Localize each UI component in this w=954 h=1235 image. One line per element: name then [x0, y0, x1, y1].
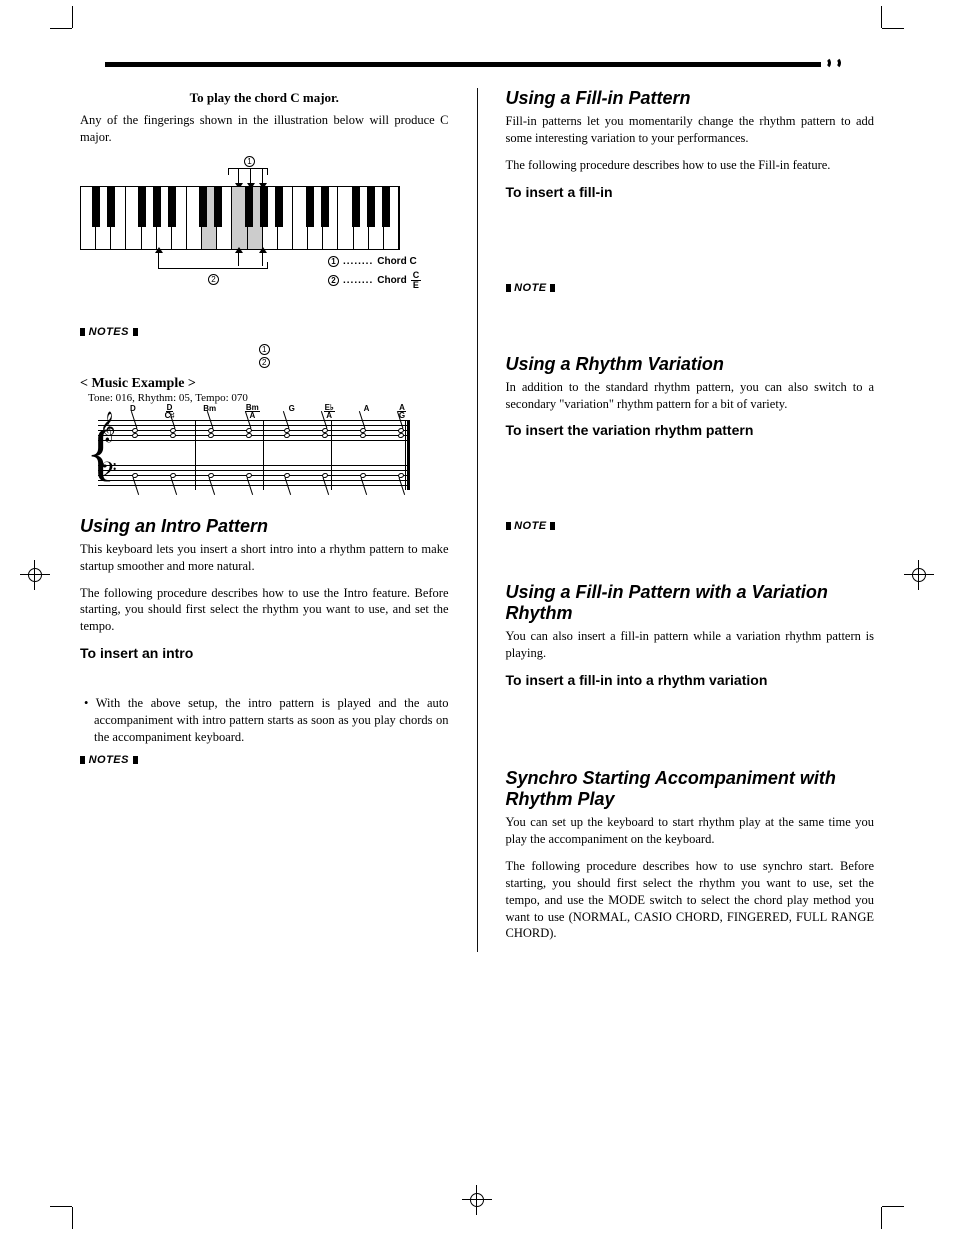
section-heading-intro: Using an Intro Pattern: [80, 516, 449, 537]
subheading-fillin-into-variation: To insert a fill-in into a rhythm variat…: [506, 672, 875, 688]
body-text: Fill-in patterns let you momentarily cha…: [506, 113, 875, 147]
right-column: Using a Fill-in Pattern Fill-in patterns…: [506, 88, 875, 952]
crop-mark: [882, 1206, 904, 1207]
marker-1: 1: [80, 344, 449, 355]
registration-mark-icon: [462, 1185, 492, 1215]
music-example-heading: < Music Example >: [80, 376, 449, 392]
pointer-icon: [262, 252, 263, 266]
chord-label: E♭A: [324, 404, 335, 419]
body-text: The following procedure describes how to…: [80, 585, 449, 636]
subheading-insert-intro: To insert an intro: [80, 645, 449, 661]
header-rule: [105, 62, 849, 72]
subheading-insert-fillin: To insert a fill-in: [506, 184, 875, 200]
subheading-insert-variation: To insert the variation rhythm pattern: [506, 422, 875, 438]
crop-mark: [72, 1207, 73, 1229]
column-divider: [477, 88, 478, 952]
example-body: Any of the fingerings shown in the illus…: [80, 112, 449, 146]
pointer-icon: [238, 252, 239, 266]
registration-mark-icon: [20, 560, 50, 590]
chord-label: A: [364, 404, 370, 419]
content-columns: To play the chord C major. Any of the fi…: [80, 88, 874, 952]
pointer-icon: [262, 168, 263, 184]
bullet-text: • With the above setup, the intro patter…: [80, 695, 449, 746]
music-staff: { 𝄞 𝄢 D DC♯ Bm BmA G E♭A A AG: [80, 410, 410, 500]
notes-label: NOTES: [80, 326, 449, 338]
chord-label: G: [289, 404, 295, 419]
body-text: This keyboard lets you insert a short in…: [80, 541, 449, 575]
example-title: To play the chord C major.: [80, 90, 449, 106]
legend-chord-1: Chord C: [377, 256, 416, 267]
section-heading-fillin-variation: Using a Fill-in Pattern with a Variation…: [506, 582, 875, 624]
crop-mark: [881, 6, 882, 28]
legend-chord-2-prefix: Chord: [377, 275, 406, 286]
header-ornament-icon: [821, 56, 849, 74]
crop-mark: [50, 28, 72, 29]
legend-chord-2-fraction: CE: [411, 271, 422, 290]
keyboard-icon: [80, 186, 400, 250]
keyboard-legend: 1 ........ Chord C 2 ........ Chord CE: [328, 256, 421, 294]
note-label: NOTE: [506, 282, 875, 294]
section-heading-variation: Using a Rhythm Variation: [506, 354, 875, 375]
left-column: To play the chord C major. Any of the fi…: [80, 88, 449, 952]
bracket-icon: [158, 268, 268, 269]
section-heading-fillin: Using a Fill-in Pattern: [506, 88, 875, 109]
pointer-icon: [250, 168, 251, 184]
body-text: In addition to the standard rhythm patte…: [506, 379, 875, 413]
registration-mark-icon: [904, 560, 934, 590]
note-label: NOTE: [506, 520, 875, 532]
callout-2: 2: [208, 274, 219, 285]
body-text: You can also insert a fill-in pattern wh…: [506, 628, 875, 662]
page: To play the chord C major. Any of the fi…: [0, 0, 954, 1235]
final-barline-icon: [405, 420, 410, 490]
keyboard-diagram: 1: [80, 156, 449, 316]
section-heading-synchro: Synchro Starting Accompaniment with Rhyt…: [506, 768, 875, 810]
body-text: You can set up the keyboard to start rhy…: [506, 814, 875, 848]
crop-mark: [881, 1207, 882, 1229]
body-text: The following procedure describes how to…: [506, 157, 875, 174]
marker-2: 2: [80, 357, 449, 368]
notes-label: NOTES: [80, 754, 449, 766]
crop-mark: [72, 6, 73, 28]
crop-mark: [882, 28, 904, 29]
crop-mark: [50, 1206, 72, 1207]
body-text: The following procedure describes how to…: [506, 858, 875, 942]
callout-1: 1: [244, 156, 255, 167]
music-example-settings: Tone: 016, Rhythm: 05, Tempo: 070: [88, 392, 449, 404]
pointer-icon: [238, 168, 239, 184]
